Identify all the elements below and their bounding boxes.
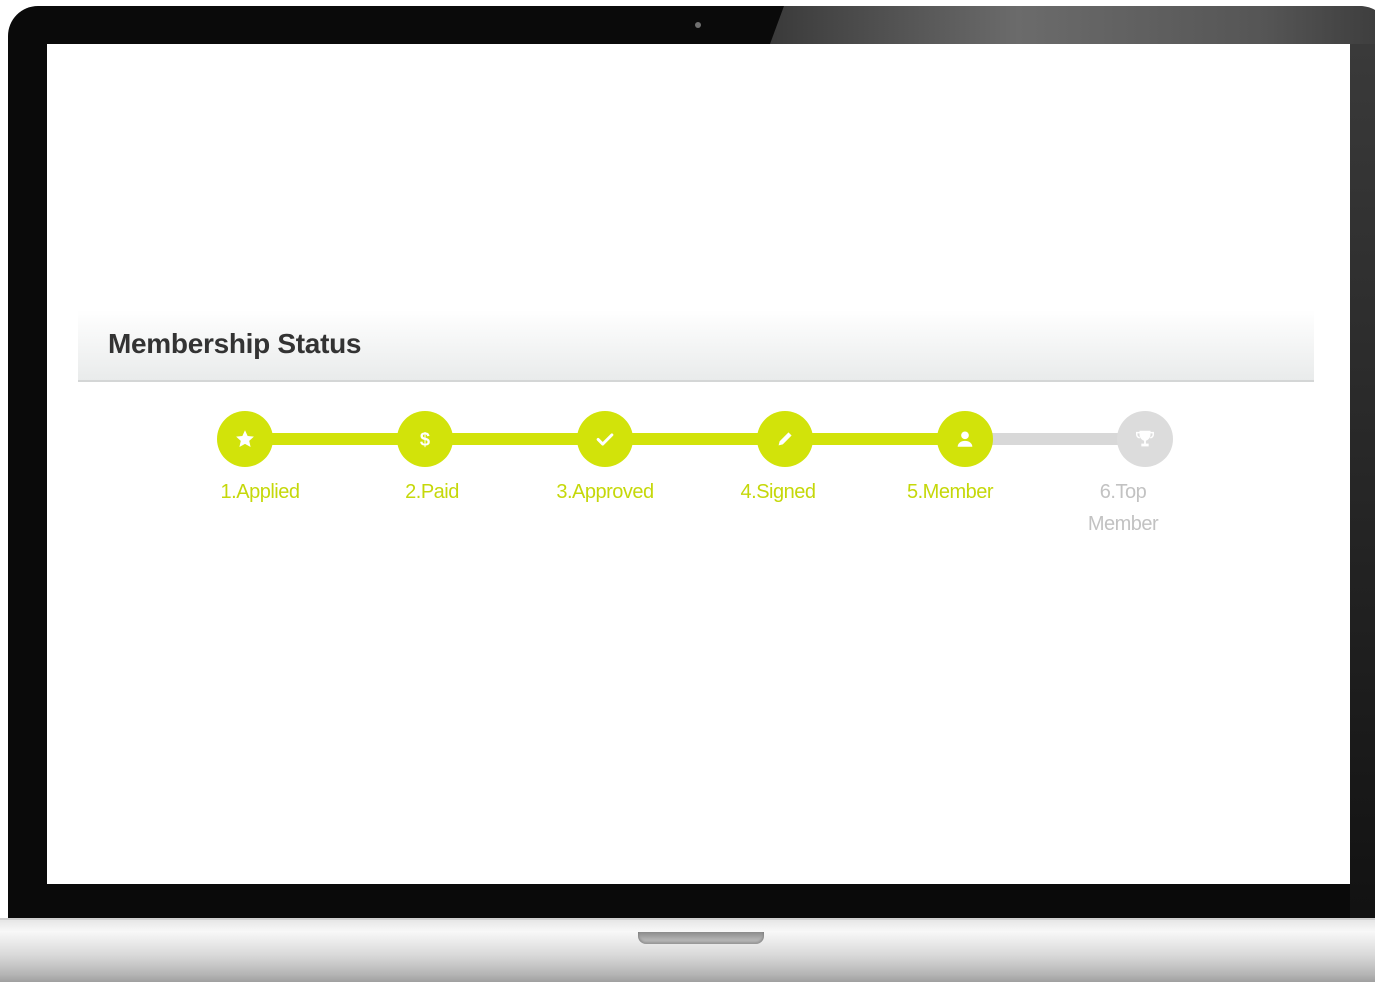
step-label-approved: 3.Approved	[556, 481, 654, 503]
webcam-icon	[695, 22, 701, 28]
step-member	[937, 411, 993, 467]
step-label-top-member: 6.Top Member	[1087, 481, 1159, 535]
lid-opening-notch	[638, 932, 764, 944]
membership-progress-tracker: 1.Applied $ 2.Paid 3.Approved 4.Signed 5…	[47, 44, 1350, 884]
step-label-applied: 1.Applied	[220, 481, 300, 503]
laptop-mockup: Membership Status 1.Applied $ 2.Paid 3.A…	[0, 0, 1375, 982]
lid-reflection	[770, 6, 1375, 44]
user-icon	[957, 431, 973, 447]
step-label-signed: 4.Signed	[740, 481, 816, 503]
lid-edge	[1350, 44, 1375, 934]
step-label-member: 5.Member	[906, 481, 994, 503]
step-paid: $	[397, 411, 453, 467]
step-applied	[217, 411, 273, 467]
svg-text:$: $	[420, 428, 430, 449]
star-icon	[236, 430, 254, 447]
step-approved	[577, 411, 633, 467]
check-icon	[596, 433, 614, 446]
pencil-icon	[778, 432, 792, 446]
trophy-icon	[1136, 430, 1154, 447]
step-label-paid: 2.Paid	[405, 481, 459, 503]
laptop-screen: Membership Status 1.Applied $ 2.Paid 3.A…	[47, 44, 1350, 884]
step-signed	[757, 411, 813, 467]
step-top-member	[1117, 411, 1173, 467]
laptop-base	[0, 918, 1375, 982]
dollar-icon: $	[420, 428, 430, 449]
